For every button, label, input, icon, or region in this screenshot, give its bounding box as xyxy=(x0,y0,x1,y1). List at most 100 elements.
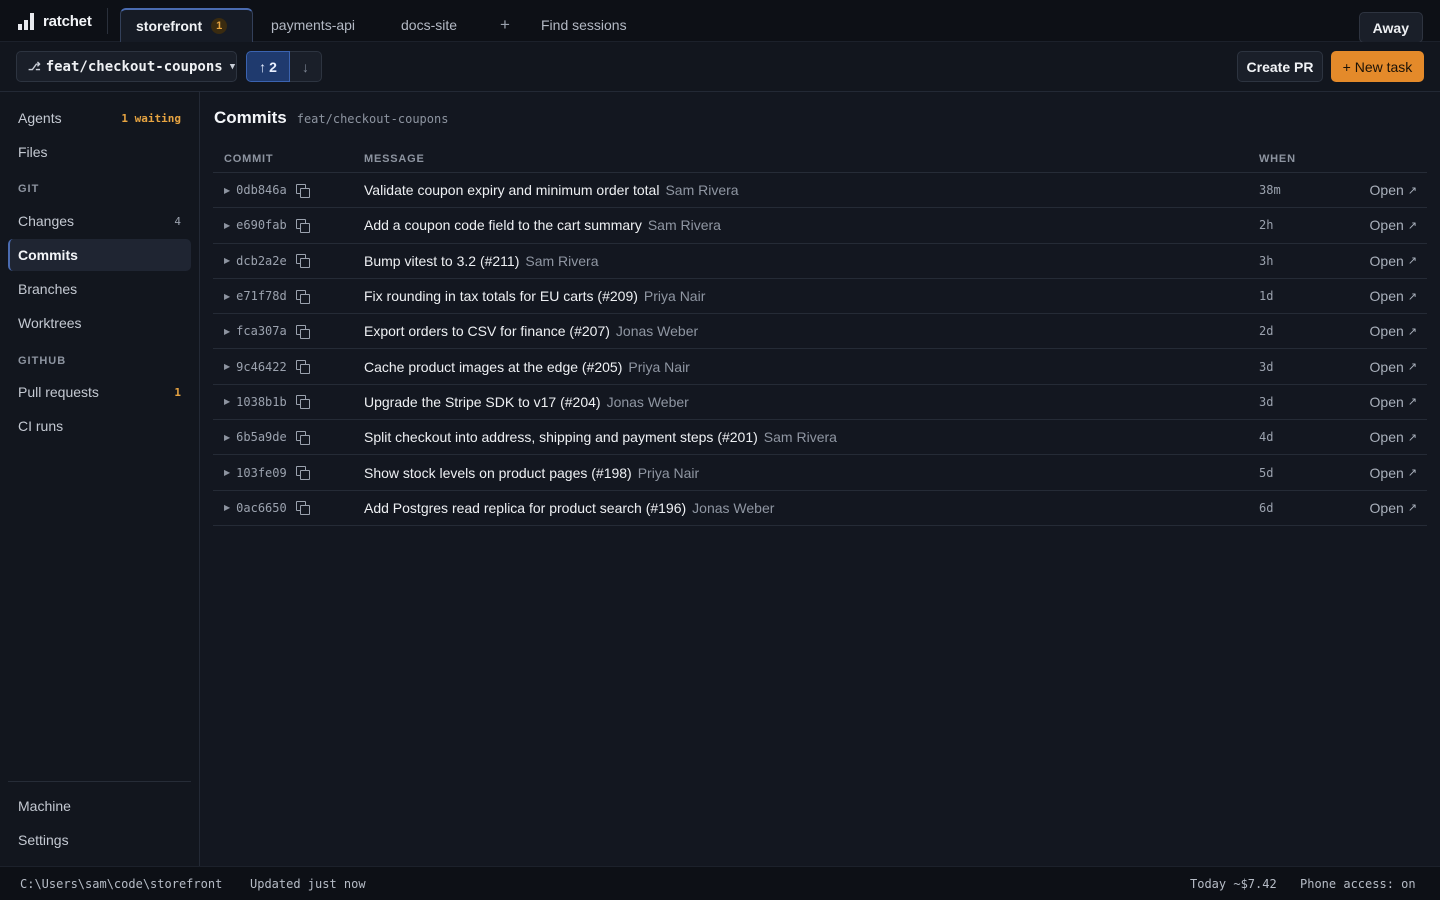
table-row[interactable]: ▶ 1038b1b Upgrade the Stripe SDK to v17 (#… xyxy=(213,385,1427,421)
expand-icon[interactable]: ▶ xyxy=(224,327,230,336)
tab-payments-api[interactable]: payments-api xyxy=(271,8,355,42)
table-row[interactable]: ▶ 0db846a Validate coupon expiry and minim… xyxy=(213,173,1427,209)
table-row[interactable]: ▶ dcb2a2e Bump vitest to 3.2 (#211) Sam Riv… xyxy=(213,244,1427,279)
tab-storefront[interactable]: storefront 1 xyxy=(120,8,253,42)
copy-icon[interactable] xyxy=(295,183,310,198)
copy-icon[interactable] xyxy=(295,395,310,410)
external-link-icon: ↗ xyxy=(1407,219,1417,232)
create-pr-button[interactable]: Create PR xyxy=(1237,51,1323,82)
open-commit-link[interactable]: Open ↗ xyxy=(1370,455,1417,489)
open-commit-link[interactable]: Open ↗ xyxy=(1370,279,1417,313)
commit-when: 3d xyxy=(1259,359,1274,374)
sidebar-item-branches[interactable]: Branches xyxy=(8,273,191,305)
message-cell: Cache product images at the edge (#205) P… xyxy=(364,349,690,383)
sidebar-item-ci-runs[interactable]: CI runs xyxy=(8,410,191,442)
external-link-icon: ↗ xyxy=(1407,361,1417,374)
expand-icon[interactable]: ▶ xyxy=(224,397,230,406)
open-commit-link[interactable]: Open ↗ xyxy=(1370,385,1417,419)
push-ahead-button[interactable]: ↑ 2 xyxy=(246,51,290,82)
expand-icon[interactable]: ▶ xyxy=(224,186,230,195)
copy-icon[interactable] xyxy=(295,501,310,516)
copy-icon[interactable] xyxy=(295,466,310,481)
table-row[interactable]: ▶ 0ac6650 Add Postgres read replica for pr… xyxy=(213,491,1427,526)
commit-cell: ▶ 9c46422 xyxy=(224,349,310,383)
copy-icon[interactable] xyxy=(295,360,310,375)
commit-when: 2d xyxy=(1259,324,1274,339)
expand-icon[interactable]: ▶ xyxy=(224,256,230,265)
branch-selector[interactable]: ⎇ feat/checkout-coupons ▼ xyxy=(16,51,237,82)
commit-cell: ▶ 0ac6650 xyxy=(224,491,310,525)
sidebar-item-label: CI runs xyxy=(18,418,64,434)
commit-author: Sam Rivera xyxy=(763,429,837,446)
open-commit-link[interactable]: Open ↗ xyxy=(1370,314,1417,348)
open-commit-link[interactable]: Open ↗ xyxy=(1370,244,1417,278)
external-link-icon: ↗ xyxy=(1407,467,1417,480)
commit-message: Export orders to CSV for finance (#207) xyxy=(364,323,610,340)
external-link-icon: ↗ xyxy=(1407,255,1417,268)
open-label: Open xyxy=(1369,217,1404,234)
tab-label: payments-api xyxy=(271,17,356,33)
table-row[interactable]: ▶ 103fe09 Show stock levels on product pag… xyxy=(213,455,1427,491)
sidebar-item-label: Settings xyxy=(18,832,69,848)
pull-requests-count: 1 xyxy=(174,385,181,399)
copy-icon[interactable] xyxy=(295,218,310,233)
sidebar-item-settings[interactable]: Settings xyxy=(8,824,191,856)
commit-message: Add a coupon code field to the cart summ… xyxy=(364,217,642,234)
commit-author: Sam Rivera xyxy=(665,182,739,199)
away-button[interactable]: Away xyxy=(1358,12,1423,43)
external-link-icon: ↗ xyxy=(1407,184,1417,197)
status-phone-access[interactable]: Phone access: on xyxy=(1300,877,1416,891)
tab-docs-site[interactable]: docs-site xyxy=(401,8,457,42)
message-cell: Export orders to CSV for finance (#207) J… xyxy=(364,314,698,348)
sidebar-item-agents[interactable]: Agents 1 waiting xyxy=(8,102,191,134)
pull-button[interactable]: ↓ xyxy=(290,51,322,82)
open-commit-link[interactable]: Open ↗ xyxy=(1370,208,1417,242)
commit-when: 4d xyxy=(1259,430,1274,445)
new-tab-button[interactable]: + xyxy=(500,8,510,42)
divider xyxy=(8,781,191,782)
sidebar-item-files[interactable]: Files xyxy=(8,136,191,168)
sidebar-item-worktrees[interactable]: Worktrees xyxy=(8,307,191,339)
commit-author: Sam Rivera xyxy=(525,252,599,269)
sidebar-item-changes[interactable]: Changes 4 xyxy=(8,205,191,237)
table-row[interactable]: ▶ 6b5a9de Split checkout into address, shi… xyxy=(213,420,1427,456)
expand-icon[interactable]: ▶ xyxy=(224,503,230,512)
table-row[interactable]: ▶ fca307a Export orders to CSV for finance… xyxy=(213,314,1427,350)
open-commit-link[interactable]: Open ↗ xyxy=(1370,420,1417,454)
sidebar-item-pull-requests[interactable]: Pull requests 1 xyxy=(8,376,191,408)
sidebar-item-label: Commits xyxy=(18,247,78,263)
tab-label: docs-site xyxy=(401,17,458,33)
expand-icon[interactable]: ▶ xyxy=(224,433,230,442)
table-row[interactable]: ▶ e690fab Add a coupon code field to the c… xyxy=(213,208,1427,244)
copy-icon[interactable] xyxy=(295,289,310,304)
page-header: Commits feat/checkout-coupons xyxy=(214,108,448,130)
sidebar-item-machine[interactable]: Machine xyxy=(8,790,191,822)
new-task-button[interactable]: + New task xyxy=(1331,51,1424,82)
commit-when: 6d xyxy=(1259,500,1274,515)
expand-icon[interactable]: ▶ xyxy=(224,362,230,371)
open-commit-link[interactable]: Open ↗ xyxy=(1370,349,1417,383)
open-commit-link[interactable]: Open ↗ xyxy=(1370,491,1417,525)
sidebar-item-label: Agents xyxy=(18,110,62,126)
message-cell: Show stock levels on product pages (#198… xyxy=(364,455,699,489)
commit-cell: ▶ 0db846a xyxy=(224,173,310,207)
copy-icon[interactable] xyxy=(295,324,310,339)
open-label: Open xyxy=(1369,323,1404,340)
find-sessions-button[interactable]: Find sessions xyxy=(541,8,627,42)
expand-icon[interactable]: ▶ xyxy=(224,292,230,301)
commit-sha: 0db846a xyxy=(236,183,287,198)
expand-icon[interactable]: ▶ xyxy=(224,221,230,230)
copy-icon[interactable] xyxy=(295,254,310,269)
open-label: Open xyxy=(1369,464,1404,481)
expand-icon[interactable]: ▶ xyxy=(224,468,230,477)
branch-name: feat/checkout-coupons xyxy=(45,58,223,75)
sidebar-item-commits[interactable]: Commits xyxy=(8,239,191,271)
copy-icon[interactable] xyxy=(295,430,310,445)
table-row[interactable]: ▶ e71f78d Fix rounding in tax totals for E… xyxy=(213,279,1427,315)
commit-cell: ▶ fca307a xyxy=(224,314,310,348)
message-cell: Add a coupon code field to the cart summ… xyxy=(364,208,721,242)
caret-down-icon: ▼ xyxy=(229,61,236,72)
table-row[interactable]: ▶ 9c46422 Cache product images at the edge… xyxy=(213,349,1427,385)
app-logo[interactable]: ratchet xyxy=(18,0,92,42)
open-commit-link[interactable]: Open ↗ xyxy=(1370,173,1417,207)
